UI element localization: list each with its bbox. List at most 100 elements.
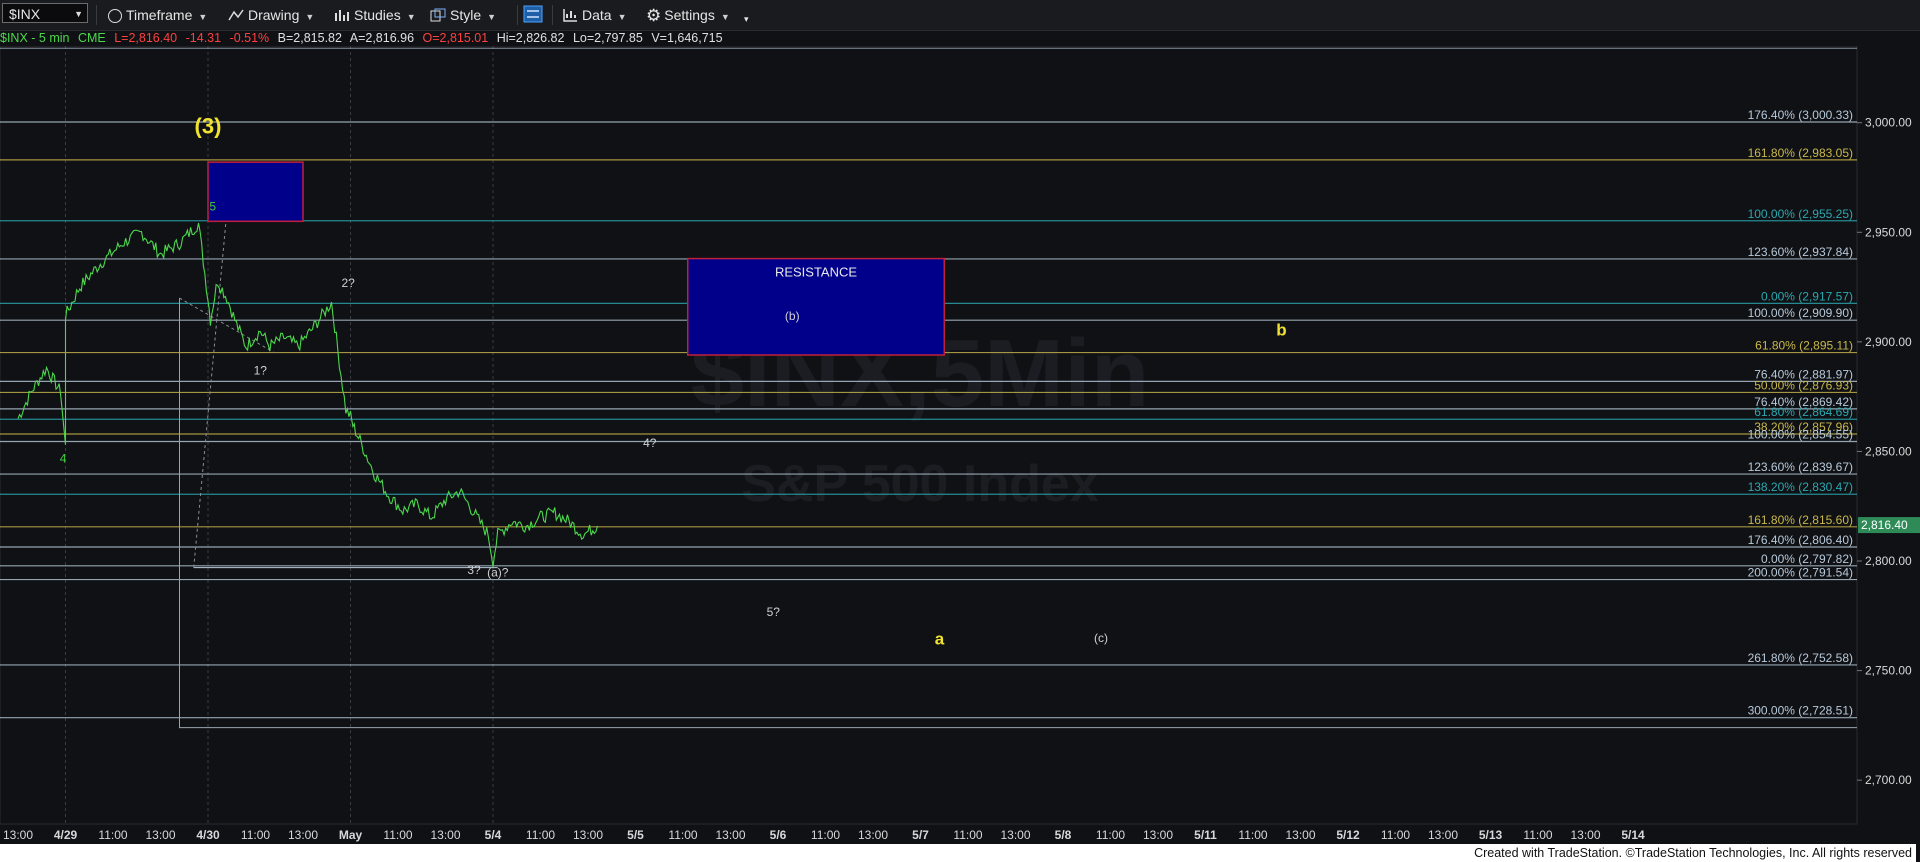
wave-label: (c) (1094, 631, 1108, 645)
chevron-down-icon: ▼ (720, 12, 730, 22)
x-tick-label: 5/7 (912, 828, 929, 842)
wave-label: a (935, 629, 945, 648)
x-tick-label: 13:00 (1143, 828, 1173, 842)
copyright-footer: Created with TradeStation. ©TradeStation… (0, 844, 1916, 862)
x-tick-label: 11:00 (1381, 828, 1410, 842)
ask-price: A=2,816.96 (349, 31, 415, 45)
x-tick-label: 5/12 (1336, 828, 1360, 842)
studies-menu[interactable]: Studies ▼ (334, 4, 416, 26)
x-tick-label: 13:00 (573, 828, 603, 842)
wave-label: b (1276, 320, 1286, 339)
x-tick-label: 13:00 (858, 828, 888, 842)
pct-change: -0.51% (229, 31, 270, 45)
high-price: Hi=2,826.82 (496, 31, 565, 45)
chevron-down-icon: ▼ (198, 12, 208, 22)
fib-level-label: 61.80% (2,864.69) (1754, 405, 1853, 419)
fib-level-label: 100.00% (2,955.25) (1748, 207, 1853, 221)
x-tick-label: 11:00 (1096, 828, 1125, 842)
layout-button[interactable] (522, 4, 544, 26)
resistance-label: RESISTANCE (775, 265, 857, 280)
x-tick-label: 5/6 (770, 828, 787, 842)
y-tick-label: 3,000.00 (1865, 116, 1912, 130)
settings-menu[interactable]: ⚙ Settings ▼ (646, 4, 730, 26)
fib-level-label: 0.00% (2,917.57) (1761, 289, 1853, 303)
fib-level-label: 300.00% (2,728.51) (1748, 704, 1853, 718)
wave-label: 1? (254, 364, 268, 378)
fib-level-label: 123.60% (2,937.84) (1748, 245, 1853, 259)
gear-icon: ⚙ (646, 6, 662, 25)
wave-label: 2? (341, 276, 355, 290)
x-tick-label: 13:00 (715, 828, 745, 842)
fib-level-label: 161.80% (2,983.05) (1748, 146, 1853, 160)
x-tick-label: 4/30 (196, 828, 220, 842)
last-price: L=2,816.40 (114, 31, 178, 45)
x-tick-label: 4/29 (54, 828, 78, 842)
x-tick-label: 5/11 (1194, 828, 1217, 842)
x-tick-label: 13:00 (430, 828, 460, 842)
x-tick-label: 13:00 (1570, 828, 1600, 842)
bid-price: B=2,815.82 (277, 31, 342, 45)
chevron-down-icon: ▼ (406, 12, 416, 22)
wave-label: 5 (209, 199, 216, 213)
x-tick-label: 13:00 (145, 828, 175, 842)
timeframe-menu[interactable]: Timeframe ▼ (108, 4, 207, 26)
wave-label: (3) (195, 114, 222, 139)
watermark-description: S&P 500 Index (741, 455, 1099, 513)
clock-icon (108, 9, 122, 23)
style-menu[interactable]: Style ▼ (430, 4, 496, 26)
toolbar-divider (517, 5, 518, 25)
x-tick-label: 11:00 (526, 828, 555, 842)
drawing-icon (228, 5, 244, 21)
x-tick-label: 5/5 (627, 828, 644, 842)
x-tick-label: 11:00 (953, 828, 982, 842)
toolbar-overflow-button[interactable]: ▾ (744, 8, 749, 30)
price-series-line (17, 222, 599, 567)
data-icon (562, 6, 578, 22)
layout-icon (522, 4, 544, 24)
x-tick-label: 5/4 (485, 828, 502, 842)
symbol-selector[interactable]: $INX ▼ (2, 3, 88, 23)
wave-label: 4? (643, 436, 657, 450)
x-tick-label: 11:00 (241, 828, 270, 842)
timeframe-label: Timeframe (126, 7, 193, 23)
y-tick-label: 2,850.00 (1865, 444, 1912, 458)
x-tick-label: 11:00 (668, 828, 697, 842)
y-tick-label: 2,700.00 (1865, 773, 1912, 787)
drawing-menu[interactable]: Drawing ▼ (228, 4, 314, 26)
fib-level-label: 100.00% (2,854.55) (1748, 427, 1853, 441)
fib-level-label: 261.80% (2,752.58) (1748, 651, 1853, 665)
settings-label: Settings (664, 7, 715, 23)
open-price: O=2,815.01 (422, 31, 489, 45)
fib-level-label: 176.40% (3,000.33) (1748, 108, 1853, 122)
x-tick-label: May (339, 828, 363, 842)
price-chart[interactable]: $INX,5Min S&P 500 Index 176.40% (3,000.3… (0, 46, 1920, 843)
current-price-label: 2,816.40 (1861, 518, 1908, 532)
x-tick-label: 5/8 (1055, 828, 1072, 842)
fib-diagonal (193, 210, 228, 568)
studies-label: Studies (354, 7, 401, 23)
x-tick-label: 5/14 (1621, 828, 1645, 842)
volume: V=1,646,715 (651, 31, 723, 45)
x-tick-label: 11:00 (383, 828, 412, 842)
fib-level-label: 50.00% (2,876.93) (1754, 378, 1853, 392)
x-tick-label: 13:00 (1000, 828, 1030, 842)
x-tick-label: 13:00 (288, 828, 318, 842)
x-tick-label: 13:00 (1285, 828, 1315, 842)
exchange-label: CME (77, 31, 106, 45)
wave-label: (b) (785, 309, 800, 323)
x-tick-label: 11:00 (811, 828, 840, 842)
wave-label: 3? (467, 563, 481, 577)
style-icon (430, 6, 446, 22)
fib-level-label: 161.80% (2,815.60) (1748, 513, 1853, 527)
data-menu[interactable]: Data ▼ (562, 4, 627, 26)
fib-level-label: 123.60% (2,839.67) (1748, 460, 1853, 474)
toolbar: $INX ▼ Timeframe ▼ Drawing ▼ Studies ▼ Styl… (0, 0, 1920, 31)
chevron-down-icon: ▼ (487, 12, 497, 22)
wave-label: (a)? (487, 565, 509, 579)
toolbar-divider (552, 5, 553, 25)
drawing-label: Drawing (248, 7, 300, 23)
wave-3-target-box (207, 161, 304, 223)
y-tick-label: 2,900.00 (1865, 335, 1912, 349)
style-label: Style (450, 7, 482, 23)
fib-level-label: 0.00% (2,797.82) (1761, 552, 1853, 566)
